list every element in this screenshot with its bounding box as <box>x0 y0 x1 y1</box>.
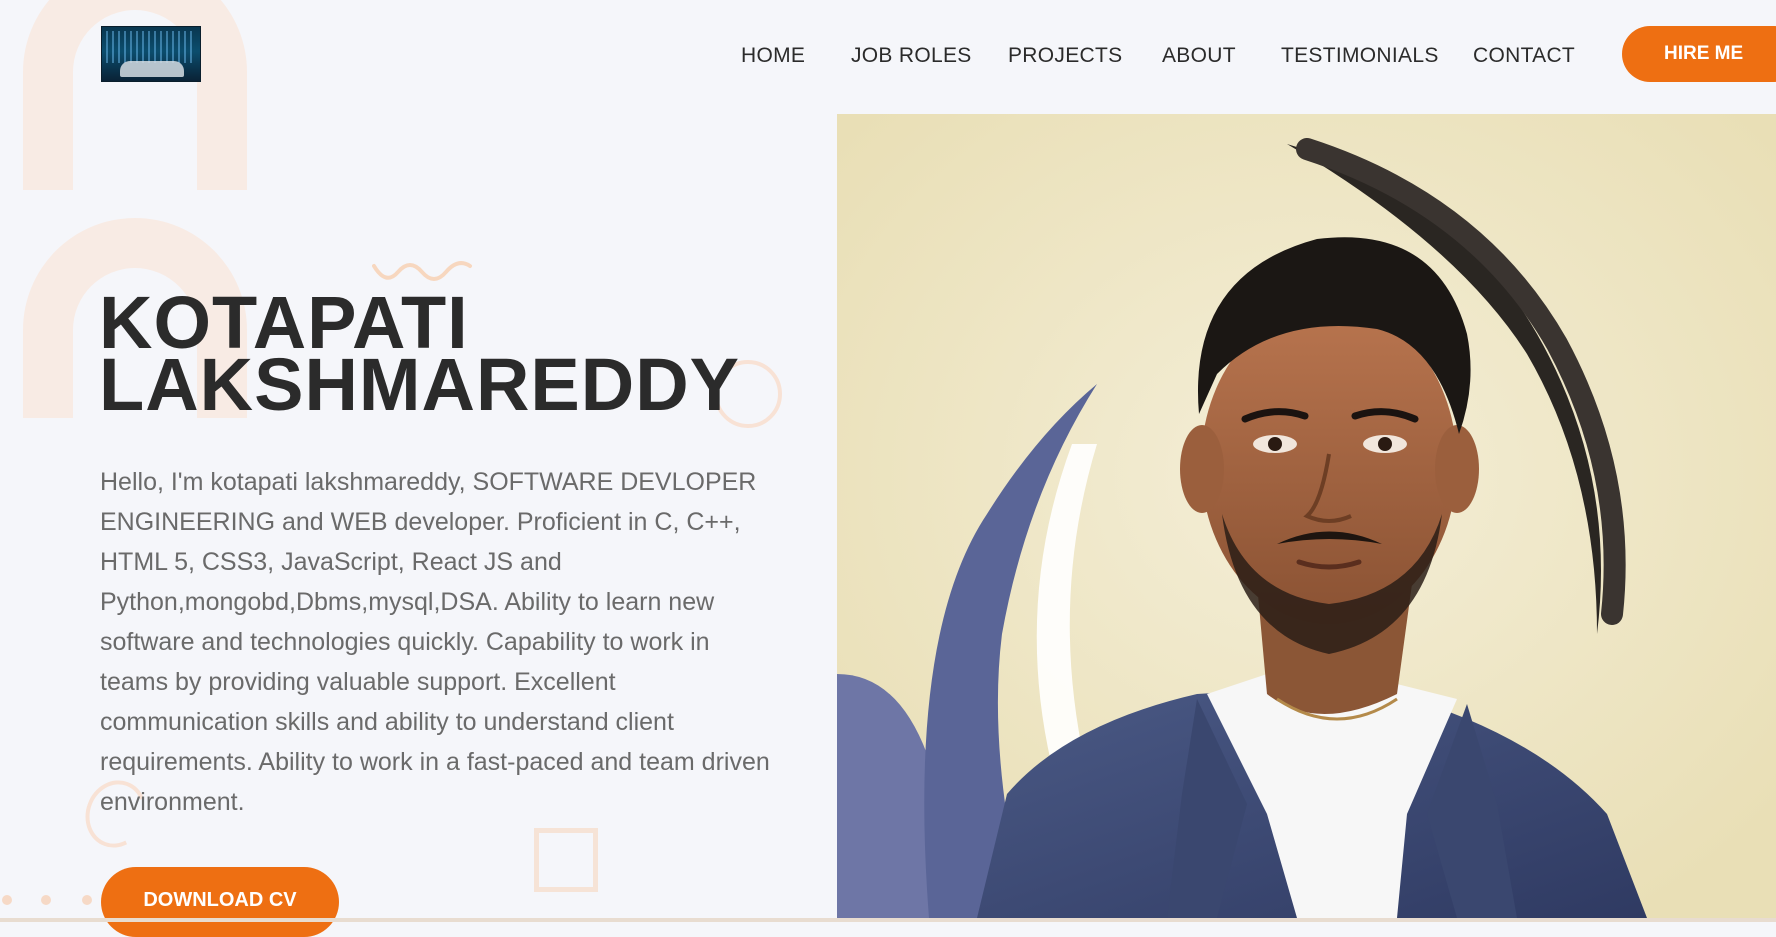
nav-home-link[interactable]: HOME <box>741 44 805 68</box>
profile-portrait <box>837 114 1776 918</box>
portrait-illustration <box>837 114 1776 918</box>
nav-projects-link[interactable]: PROJECTS <box>1008 44 1122 68</box>
decorative-dot <box>2 895 12 905</box>
hero-name-heading: KOTAPATI LAKSHMAREDDY <box>99 286 740 426</box>
decorative-dot <box>41 895 51 905</box>
hero-name-line-2: LAKSHMAREDDY <box>99 343 740 426</box>
decorative-dot <box>82 895 92 905</box>
nav-testimonials-link[interactable]: TESTIMONIALS <box>1281 44 1439 68</box>
decorative-square <box>534 828 598 892</box>
download-cv-button[interactable]: DOWNLOAD CV <box>101 867 339 937</box>
hero-bio-paragraph: Hello, I'm kotapati lakshmareddy, SOFTWA… <box>100 468 770 816</box>
nav-about-link[interactable]: ABOUT <box>1162 44 1236 68</box>
nav-job-roles-link[interactable]: JOB ROLES <box>851 44 972 68</box>
hire-me-button[interactable]: HIRE ME <box>1622 26 1776 82</box>
page-bottom-divider <box>0 918 1776 922</box>
main-navigation: HOME JOB ROLES PROJECTS ABOUT TESTIMONIA… <box>0 38 1776 72</box>
nav-contact-link[interactable]: CONTACT <box>1473 44 1575 68</box>
